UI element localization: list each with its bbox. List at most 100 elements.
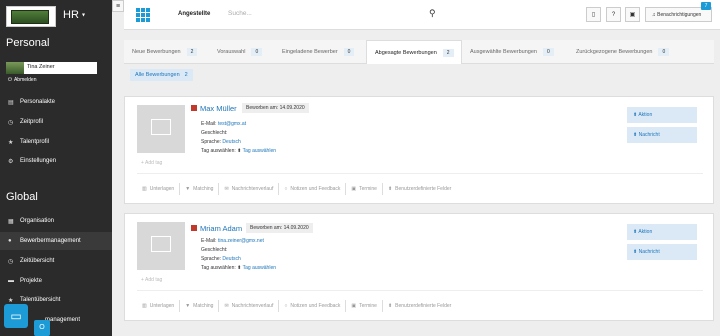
action-label: Aktion [638, 229, 653, 235]
language-row: Sprache: Deutsch [201, 139, 241, 145]
search-icon[interactable]: ⚲ [429, 8, 436, 19]
tab-label: Alle Bewerbungen [135, 72, 180, 78]
calendar-icon: ▣ [351, 303, 357, 309]
message-history-action[interactable]: ✉ Nachrichtenverlauf [219, 303, 278, 309]
company-logo[interactable] [6, 6, 56, 27]
add-tag-label: Add tag [145, 277, 163, 283]
sidebar-item-talentprofil[interactable]: ★ Talentprofil [0, 133, 112, 151]
question-icon: ? [611, 12, 616, 18]
sidebar-item-zeituebersicht[interactable]: ◷ Zeitübersicht [0, 252, 112, 270]
tab-label: Neue Bewerbungen [132, 49, 181, 55]
candidate-name[interactable]: Max Müller [200, 104, 237, 113]
tab-vorauswahl[interactable]: Vorauswahl 0 [209, 40, 274, 64]
sort-icon[interactable]: ⬍ [237, 148, 241, 154]
action-button[interactable]: ⬍ Aktion [627, 107, 697, 123]
tab-neue-bewerbungen[interactable]: Neue Bewerbungen 2 [124, 40, 209, 64]
tab-eingeladene-bewerber[interactable]: Eingeladene Bewerber 0 [274, 40, 366, 64]
building-icon: ▦ [8, 218, 14, 225]
appointments-action[interactable]: ▣ Termine [346, 303, 382, 309]
tab-count: 0 [658, 48, 670, 56]
sidebar-item-organisation[interactable]: ▦ Organisation [0, 212, 112, 230]
candidate-actions-row: ▥ Unterlagen ▼ Matching ✉ Nachrichtenverlau… [137, 181, 456, 197]
message-button[interactable]: ⬍ Nachricht [627, 127, 697, 143]
language-value: Deutsch [222, 139, 241, 145]
action-label: Unterlagen [149, 303, 175, 309]
tab-count: 0 [343, 48, 355, 56]
gender-label: Geschlecht: [201, 247, 228, 253]
documents-action[interactable]: ▥ Unterlagen [137, 303, 179, 309]
gender-row: Geschlecht: [201, 247, 227, 253]
star-icon: ★ [8, 297, 14, 304]
email-link[interactable]: tina.zeiner@gmx.net [218, 238, 264, 244]
matching-action[interactable]: ▼ Matching [180, 303, 218, 309]
chat-button[interactable]: ▭ [4, 304, 28, 328]
envelope-icon: ✉ [224, 303, 229, 309]
help-bubble[interactable]: O [34, 320, 50, 336]
status-tabs: Neue Bewerbungen 2 Vorauswahl 0 Eingeladen… [124, 40, 714, 64]
logout-link[interactable]: ⏻ Abmelden [8, 77, 36, 83]
gender-label: Geschlecht: [201, 130, 228, 136]
custom-fields-action[interactable]: ⬍ Benutzerdefinierte Felder [383, 186, 456, 192]
avatar [6, 62, 24, 74]
company-switcher[interactable]: HR ▾ [63, 9, 85, 21]
action-button[interactable]: ⬍ Aktion [627, 224, 697, 240]
tab-zurueckgezogene-bewerbungen[interactable]: Zurückgezogene Bewerbungen 0 [568, 40, 688, 64]
sidebar-toggle-button[interactable]: ≡ [112, 0, 124, 12]
divider [137, 173, 703, 174]
add-tag-label: Add tag [145, 160, 163, 166]
email-link[interactable]: test@gmx.at [218, 121, 246, 127]
email-row: E-Mail: tina.zeiner@gmx.net [201, 238, 264, 244]
apps-grid-icon[interactable] [136, 8, 150, 22]
comment-icon: ○ [284, 186, 288, 192]
candidate-photo-placeholder [137, 105, 185, 153]
tab-count: 2 [184, 72, 188, 78]
notes-action[interactable]: ○ Notizen und Feedback [279, 303, 345, 309]
action-label: Notizen und Feedback [290, 303, 341, 309]
calendar-button[interactable]: ▣ [625, 7, 640, 22]
action-label: Aktion [638, 112, 653, 118]
candidate-actions-row: ▥ Unterlagen ▼ Matching ✉ Nachrichtenverlau… [137, 298, 456, 314]
star-icon: ★ [8, 139, 14, 146]
calendar-icon: ▣ [629, 12, 636, 18]
email-label: E-Mail: [201, 121, 217, 127]
documents-action[interactable]: ▥ Unterlagen [137, 186, 179, 192]
status-indicator [191, 105, 197, 111]
logout-label: Abmelden [13, 77, 37, 83]
add-tag-button[interactable]: + Add tag [137, 274, 185, 286]
clock-icon: ◷ [8, 119, 14, 126]
tab-alle-bewerbungen[interactable]: Alle Bewerbungen 2 [130, 69, 193, 81]
sidebar-item-personalakte[interactable]: ▤ Personalakte [0, 93, 112, 111]
tag-select-link[interactable]: Tag auswählen [243, 265, 276, 271]
sidebar-item-einstellungen[interactable]: ⚙ Einstellungen [0, 152, 112, 170]
sidebar-item-label: Talentübersicht [20, 297, 61, 303]
sidebar-item-bewerbermanagement[interactable]: ● Bewerbermanagement [0, 232, 112, 250]
action-label: Matching [193, 303, 214, 309]
message-label: Nachricht [638, 249, 660, 255]
search-input[interactable]: Suche... [228, 10, 428, 17]
sidebar-item-projekte[interactable]: ▬ Projekte [0, 272, 112, 290]
gender-row: Geschlecht: [201, 130, 227, 136]
company-name: HR [63, 9, 79, 21]
tab-ausgewaehlte-bewerbungen[interactable]: Ausgewählte Bewerbungen 0 [462, 40, 568, 64]
custom-fields-action[interactable]: ⬍ Benutzerdefinierte Felder [383, 303, 456, 309]
menu-icon: ≡ [115, 3, 121, 10]
message-history-action[interactable]: ✉ Nachrichtenverlauf [219, 186, 278, 192]
tag-select-link[interactable]: Tag auswählen [243, 148, 276, 154]
notes-action[interactable]: ○ Notizen und Feedback [279, 186, 345, 192]
candidate-name[interactable]: Mriam Adam [200, 224, 242, 233]
sort-icon: ⬍ [633, 229, 638, 235]
sidebar-item-zeitprofil[interactable]: ◷ Zeitprofil [0, 113, 112, 131]
appointments-action[interactable]: ▣ Termine [346, 186, 382, 192]
message-button[interactable]: ⬍ Nachricht [627, 244, 697, 260]
document-button[interactable]: ▯ [586, 7, 601, 22]
tab-abgesagte-bewerbungen[interactable]: Abgesagte Bewerbungen 2 [366, 40, 462, 64]
action-label: Termine [359, 186, 377, 192]
user-name[interactable]: Tina Zeiner [24, 62, 97, 74]
action-label: Benutzerdefinierte Felder [395, 303, 452, 309]
help-button[interactable]: ? [606, 7, 621, 22]
clock-icon: ◷ [8, 258, 14, 265]
language-row: Sprache: Deutsch [201, 256, 241, 262]
matching-action[interactable]: ▼ Matching [180, 186, 218, 192]
sort-icon[interactable]: ⬍ [237, 265, 241, 271]
add-tag-button[interactable]: + Add tag [137, 157, 185, 169]
